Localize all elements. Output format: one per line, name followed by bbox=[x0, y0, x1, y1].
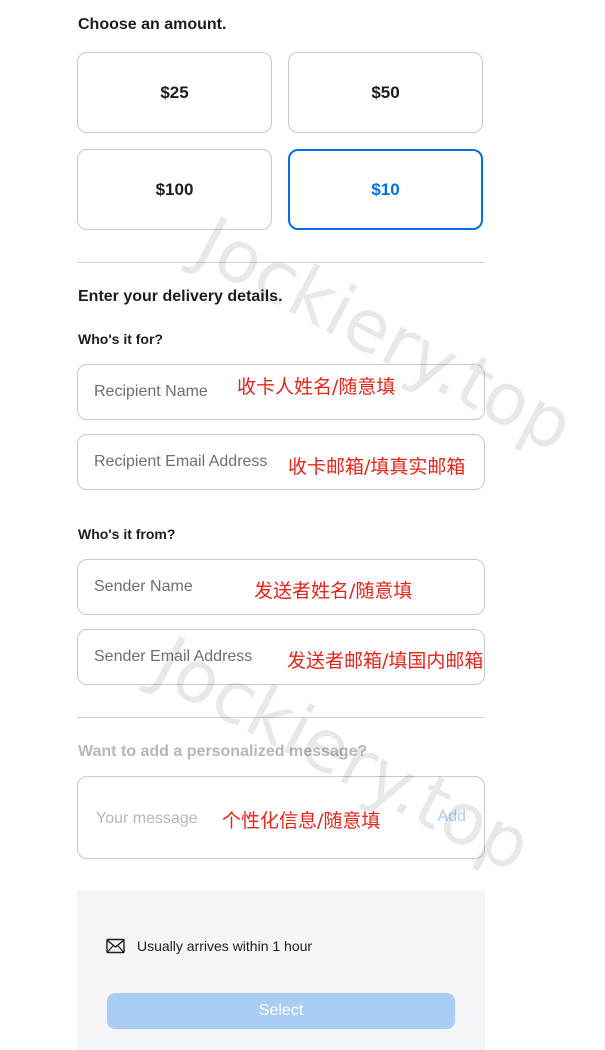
delivery-time-text: Usually arrives within 1 hour bbox=[137, 938, 313, 954]
amount-section-title: Choose an amount. bbox=[78, 16, 227, 33]
watermark: Jockiery.top bbox=[182, 200, 588, 469]
recipient-name-annotation: 收卡人姓名/随意填 bbox=[237, 376, 396, 398]
amount-option-100[interactable]: $100 bbox=[77, 149, 272, 230]
sender-label: Who's it from? bbox=[78, 526, 176, 542]
recipient-label: Who's it for? bbox=[78, 331, 163, 347]
message-annotation: 个性化信息/随意填 bbox=[222, 810, 381, 832]
amount-option-label: $50 bbox=[371, 82, 400, 102]
recipient-email-annotation: 收卡邮箱/填真实邮箱 bbox=[288, 456, 466, 478]
sender-email-annotation: 发送者邮箱/填国内邮箱 bbox=[287, 650, 484, 672]
select-button-label: Select bbox=[258, 1002, 304, 1019]
section-divider bbox=[77, 717, 485, 718]
sender-email-input[interactable] bbox=[94, 630, 274, 684]
delivery-section-title: Enter your delivery details. bbox=[78, 288, 283, 305]
select-button[interactable]: Select bbox=[107, 993, 455, 1029]
amount-option-label: $10 bbox=[371, 179, 400, 199]
message-input[interactable] bbox=[94, 777, 218, 860]
amount-option-10-selected[interactable]: $10 bbox=[288, 149, 483, 230]
amount-option-25[interactable]: $25 bbox=[77, 52, 272, 133]
section-divider bbox=[77, 262, 485, 263]
amount-option-50[interactable]: $50 bbox=[288, 52, 483, 133]
sender-name-annotation: 发送者姓名/随意填 bbox=[254, 580, 413, 602]
amount-option-label: $25 bbox=[160, 82, 189, 102]
recipient-email-input[interactable] bbox=[94, 435, 294, 489]
add-message-button[interactable]: Add bbox=[438, 808, 466, 826]
message-label: Want to add a personalized message? bbox=[78, 743, 368, 760]
sender-name-input[interactable] bbox=[94, 560, 274, 614]
amount-option-label: $100 bbox=[155, 179, 194, 199]
envelope-icon bbox=[106, 938, 125, 954]
